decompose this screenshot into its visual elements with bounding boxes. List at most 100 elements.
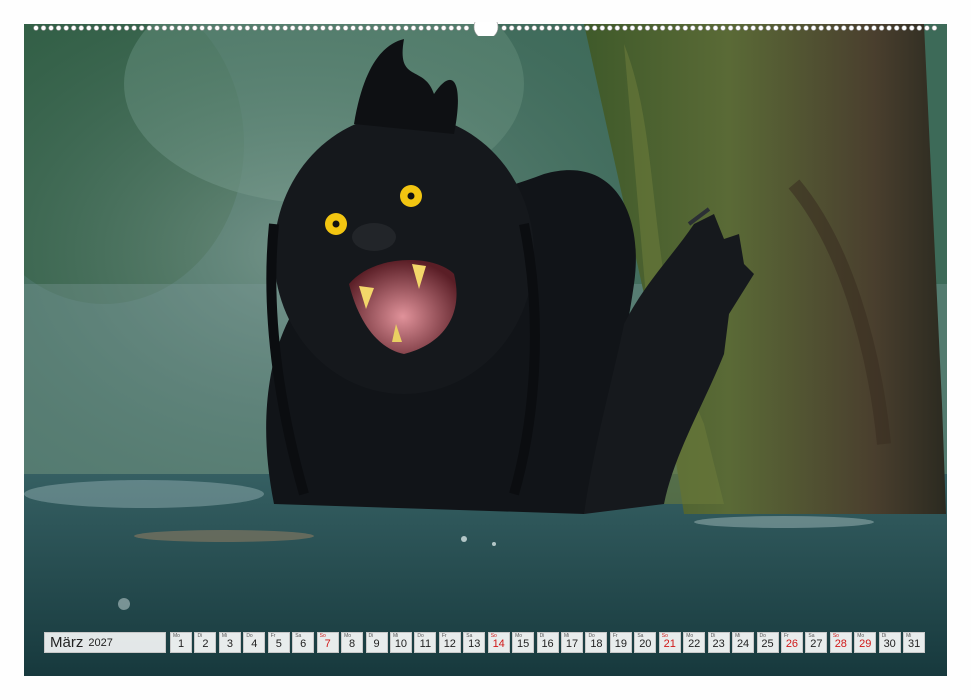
photo-illustration — [24, 24, 947, 676]
binding-hole — [222, 25, 228, 31]
day-number: 11 — [419, 638, 432, 650]
calendar-page: März 2027 Mo 1 Di 2 Mi 3 Do 4 Fr 5 Sa 6 So 7 Mo 8 Di 9 Mi 1… — [0, 0, 971, 700]
binding-hole — [848, 25, 855, 31]
binding-hole — [674, 25, 681, 31]
binding-hole — [697, 25, 704, 31]
day-cell: Fr 26 — [780, 632, 803, 653]
day-cell: Fr 5 — [267, 632, 290, 653]
binding-hole — [765, 25, 771, 31]
binding-hole — [546, 25, 553, 31]
binding-hole — [576, 25, 583, 31]
binding-hole — [750, 25, 756, 31]
day-cell: Mi 24 — [732, 632, 755, 653]
year: 2027 — [88, 636, 113, 649]
binding-hole — [78, 25, 85, 31]
binding-hole — [841, 25, 847, 31]
day-cell: So 21 — [658, 632, 681, 653]
day-number: 24 — [736, 638, 750, 650]
binding-hole — [146, 25, 153, 31]
binding-hole — [365, 25, 371, 31]
day-number: 10 — [394, 638, 408, 650]
binding-hole — [795, 25, 802, 31]
day-cell: Sa 13 — [463, 632, 486, 653]
binding-hole — [380, 25, 386, 31]
binding-hole — [690, 25, 696, 31]
binding-hole — [154, 25, 160, 31]
binding-hole — [388, 25, 394, 31]
day-number: 8 — [349, 638, 356, 650]
day-cell: Di 2 — [194, 632, 217, 653]
day-row: Mo 1 Di 2 Mi 3 Do 4 Fr 5 Sa 6 So 7 Mo 8 Di 9 Mi 10 Do 11 Fr 12 S… — [170, 632, 928, 655]
binding-hole — [554, 25, 560, 31]
binding-hole — [622, 25, 628, 31]
day-number: 18 — [590, 638, 603, 650]
day-cell: Sa 27 — [805, 632, 828, 653]
binding-hole — [70, 25, 77, 31]
binding-hole — [93, 25, 100, 31]
binding-hole — [652, 25, 658, 31]
binding-hole — [456, 25, 462, 31]
binding-hole — [509, 25, 515, 31]
day-number: 6 — [300, 638, 307, 650]
binding-hole — [55, 25, 62, 31]
binding-hole — [916, 25, 922, 31]
binding-hole — [40, 25, 47, 31]
binding-hole — [463, 25, 470, 31]
binding-hole — [116, 25, 122, 31]
binding-hole — [403, 25, 409, 31]
binding-hole — [524, 25, 530, 31]
binding-hole — [584, 25, 590, 31]
binding-hole — [214, 25, 220, 31]
binding-hole — [599, 25, 605, 31]
day-cell: Mi 3 — [218, 632, 241, 653]
binding-hole — [244, 25, 251, 31]
day-cell: Mo 22 — [683, 632, 706, 653]
day-cell: Di 30 — [878, 632, 901, 653]
day-cell: So 28 — [829, 632, 852, 653]
binding-hole — [169, 25, 175, 31]
binding-hole — [237, 25, 243, 31]
binding-hole — [191, 25, 198, 31]
binding-hole — [833, 25, 839, 31]
day-number: 29 — [859, 638, 872, 650]
binding-hole — [229, 25, 236, 31]
binding-hole — [410, 25, 417, 31]
day-cell: Sa 6 — [292, 632, 315, 653]
binding-hole — [108, 25, 115, 31]
binding-hole — [901, 25, 907, 31]
binding-hole — [629, 25, 636, 31]
binding-hole — [773, 25, 779, 31]
binding-hole — [184, 25, 190, 31]
binding-hole — [803, 25, 809, 31]
day-cell: So 7 — [316, 632, 339, 653]
day-number: 16 — [541, 638, 554, 650]
day-cell: Mi 17 — [561, 632, 583, 653]
binding-hole — [101, 25, 107, 31]
binding-hole — [758, 25, 764, 31]
binding-hole — [312, 25, 319, 31]
day-number: 12 — [443, 638, 456, 650]
binding-hole — [433, 25, 439, 31]
day-cell: So 14 — [487, 632, 510, 653]
binding-hole — [931, 25, 938, 31]
day-number: 21 — [663, 638, 676, 650]
binding-hole — [63, 25, 69, 31]
binding-hole — [637, 25, 643, 31]
binding-hole — [644, 25, 651, 31]
day-cell: Mo 1 — [170, 632, 192, 653]
binding-hole — [705, 25, 711, 31]
day-cell: Fr 19 — [609, 632, 632, 653]
binding-hole — [720, 25, 726, 31]
day-number: 30 — [883, 638, 896, 650]
day-cell: Sa 20 — [634, 632, 657, 653]
binding-hole — [727, 25, 734, 31]
day-cell: Mi 31 — [903, 632, 926, 653]
day-number: 23 — [712, 638, 725, 650]
day-number: 26 — [785, 638, 799, 650]
day-cell: Do 18 — [585, 632, 608, 653]
binding-hole — [591, 25, 598, 31]
binding-hole — [282, 25, 288, 31]
day-cell: Do 25 — [756, 632, 779, 653]
binding-hole — [207, 25, 213, 31]
binding-hole — [810, 25, 817, 31]
